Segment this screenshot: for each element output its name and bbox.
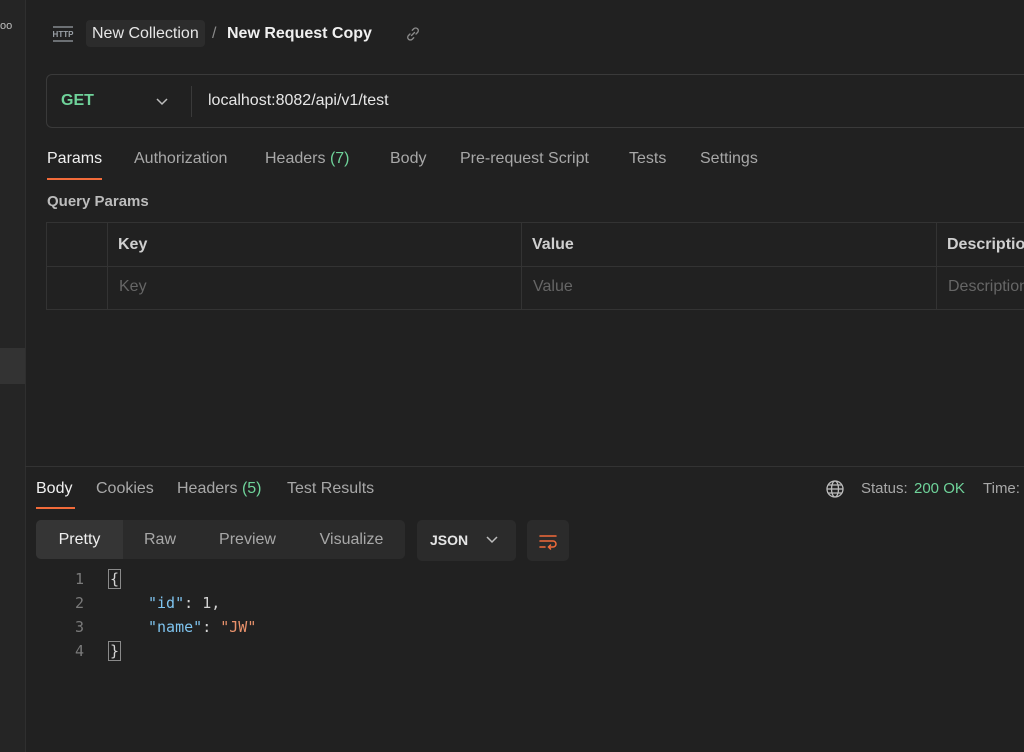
tab-label: Body: [36, 480, 73, 497]
link-icon[interactable]: [404, 25, 422, 43]
breadcrumb-separator: /: [212, 25, 217, 42]
active-response-tab-indicator: [36, 507, 75, 509]
column-header-description: Description: [947, 236, 1024, 253]
time-label[interactable]: Time:: [983, 478, 1020, 500]
url-input[interactable]: [208, 88, 988, 114]
response-tab-headers[interactable]: Headers (5): [177, 478, 262, 500]
description-input[interactable]: Description: [948, 276, 1024, 298]
tab-label: Settings: [700, 150, 758, 167]
table-column-divider: [521, 222, 522, 310]
column-header-key: Key: [118, 236, 148, 253]
tab-count: (7): [329, 150, 350, 167]
close-brace: }: [108, 641, 122, 661]
view-visualize-button[interactable]: Visualize: [298, 520, 405, 559]
query-params-title: Query Params: [47, 193, 149, 210]
response-tab-cookies[interactable]: Cookies: [96, 478, 154, 500]
column-header-value: Value: [532, 236, 574, 253]
json-key: "id": [148, 594, 185, 612]
tab-label: Body: [390, 150, 427, 167]
status-value[interactable]: 200 OK: [914, 478, 965, 500]
view-preview-button[interactable]: Preview: [197, 520, 298, 559]
pane-divider[interactable]: [25, 466, 1024, 467]
line-number: 3: [74, 618, 84, 636]
tab-label: Pre-request Script: [460, 150, 589, 167]
line-number: 4: [74, 642, 84, 660]
view-raw-button[interactable]: Raw: [123, 520, 197, 559]
response-tab-body[interactable]: Body: [36, 478, 72, 500]
code-line: }: [108, 641, 122, 661]
breadcrumb-collection[interactable]: New Collection: [86, 20, 205, 47]
value-input[interactable]: Value: [533, 276, 573, 298]
view-pretty-button[interactable]: Pretty: [36, 520, 123, 559]
tab-label: Headers: [265, 150, 326, 167]
table-column-divider: [107, 222, 108, 310]
table-divider: [46, 266, 1024, 267]
breadcrumb-request-title[interactable]: New Request Copy: [227, 20, 372, 47]
json-value: 1: [202, 594, 212, 612]
tab-tests[interactable]: Tests: [629, 148, 666, 170]
rail-selected-item[interactable]: [0, 348, 25, 384]
table-column-divider: [936, 222, 937, 310]
chevron-down-icon[interactable]: [153, 92, 171, 110]
http-icon: HTTP: [51, 24, 75, 44]
response-tab-test-results[interactable]: Test Results: [287, 478, 374, 500]
tab-pre-request-script[interactable]: Pre-request Script: [460, 148, 589, 170]
chevron-down-icon: [484, 531, 500, 547]
tab-label: Tests: [629, 150, 667, 167]
tab-label: Params: [47, 150, 103, 167]
code-line: {: [108, 569, 122, 589]
wrap-lines-icon: [537, 530, 559, 552]
tab-authorization[interactable]: Authorization: [134, 148, 227, 170]
tab-label: Authorization: [134, 150, 228, 167]
url-divider: [191, 86, 192, 117]
tab-label: Test Results: [287, 480, 375, 497]
method-select[interactable]: GET: [61, 90, 94, 112]
globe-icon[interactable]: [825, 479, 845, 499]
format-label: JSON: [430, 532, 469, 548]
tab-params[interactable]: Params: [47, 148, 102, 170]
tab-label: Cookies: [96, 480, 154, 497]
code-line: "name": "JW": [148, 618, 257, 636]
open-brace: {: [108, 569, 122, 589]
rail-glyph: oo: [0, 20, 13, 32]
code-line: "id": 1,: [148, 594, 221, 612]
line-number: 2: [74, 594, 84, 612]
status-label: Status:: [861, 480, 908, 497]
tab-label: Headers: [177, 480, 238, 497]
key-input[interactable]: Key: [119, 276, 147, 298]
tab-count: (5): [241, 480, 262, 497]
tab-headers[interactable]: Headers (7): [265, 148, 350, 170]
json-comma: ,: [211, 594, 221, 612]
line-number: 1: [74, 570, 84, 588]
tab-settings[interactable]: Settings: [700, 148, 758, 170]
tab-body[interactable]: Body: [390, 148, 426, 170]
json-value: "JW": [220, 618, 257, 636]
json-key: "name": [148, 618, 203, 636]
active-tab-indicator: [47, 178, 102, 180]
http-icon-text: HTTP: [53, 30, 75, 39]
